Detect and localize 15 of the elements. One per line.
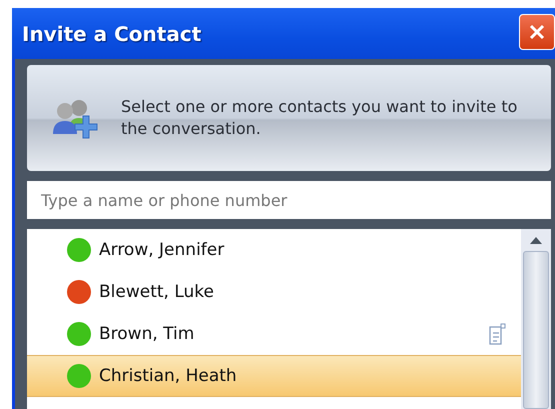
close-button[interactable] bbox=[519, 14, 555, 50]
scroll-up-icon bbox=[528, 235, 544, 245]
contact-name: Arrow, Jennifer bbox=[99, 240, 226, 260]
contact-row[interactable]: Christian, Heath bbox=[27, 355, 521, 397]
scroll-thumb[interactable] bbox=[523, 251, 549, 409]
window-title: Invite a Contact bbox=[22, 22, 202, 46]
instruction-text: Select one or more contacts you want to invite to the conversation. bbox=[121, 96, 518, 140]
contact-name: Blewett, Luke bbox=[99, 282, 215, 302]
contact-row[interactable]: Arrow, Jennifer bbox=[27, 229, 521, 271]
contact-name: Christian, Heath bbox=[99, 366, 238, 386]
contact-row[interactable]: Blewett, Luke bbox=[27, 271, 521, 313]
contact-row[interactable]: Brown, Tim bbox=[27, 313, 521, 355]
search-field[interactable]: Type a name or phone number bbox=[27, 181, 551, 219]
scrollbar[interactable] bbox=[521, 229, 551, 409]
contact-name: Brown, Tim bbox=[99, 324, 196, 344]
